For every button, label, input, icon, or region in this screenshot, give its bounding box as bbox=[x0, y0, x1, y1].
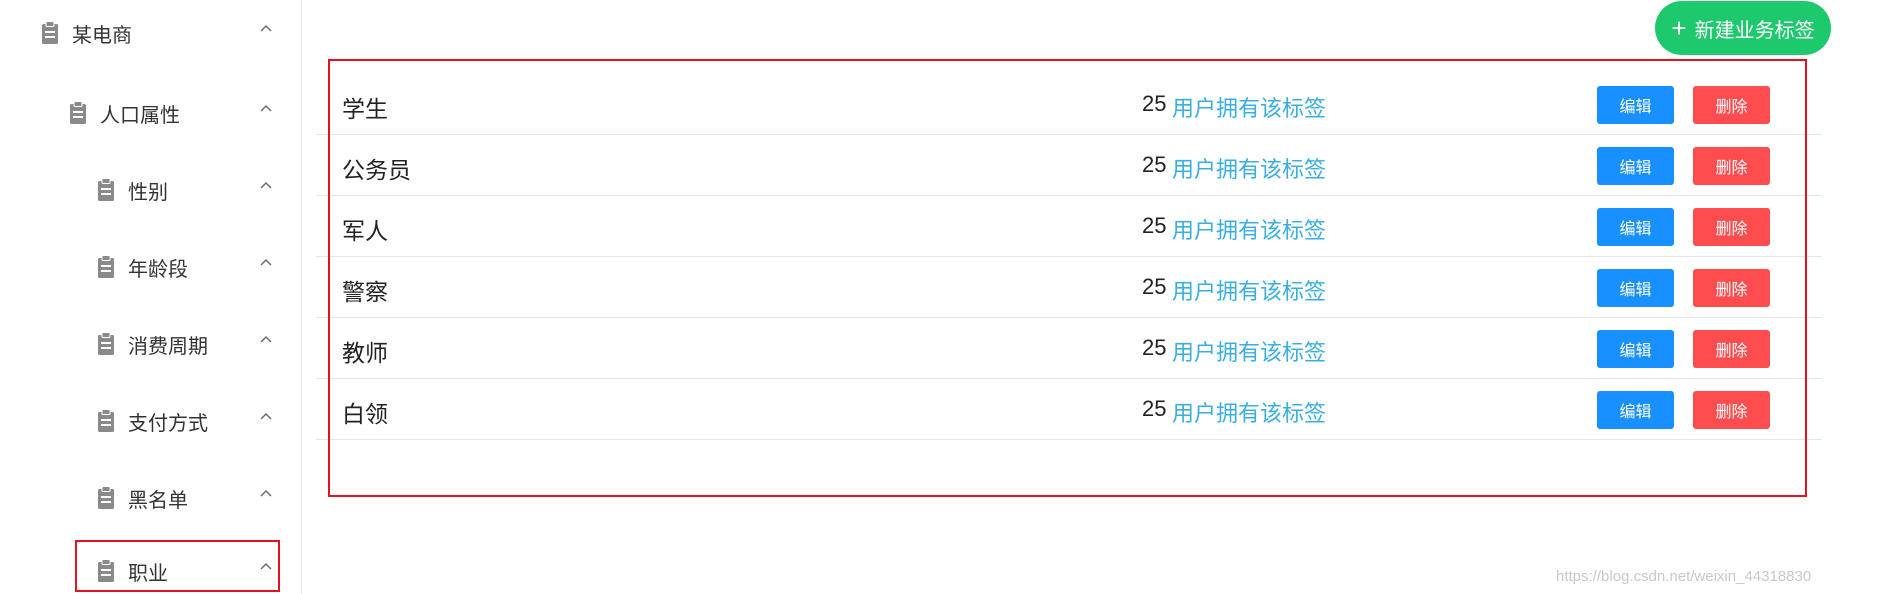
watermark: https://blog.csdn.net/weixin_44318830 bbox=[1556, 568, 1812, 585]
edit-button[interactable]: 编辑 bbox=[1597, 391, 1674, 429]
create-button-label: 新建业务标签 bbox=[1694, 19, 1815, 42]
tree-node-payment-method[interactable]: 支付方式 bbox=[96, 401, 272, 441]
delete-button[interactable]: 删除 bbox=[1693, 269, 1770, 307]
document-icon bbox=[98, 409, 114, 432]
tag-count-suffix[interactable]: 用户拥有该标签 bbox=[1172, 274, 1326, 306]
tree-node-label: 人口属性 bbox=[100, 104, 180, 127]
tag-user-count: 25 bbox=[1142, 396, 1167, 421]
tag-count-suffix[interactable]: 用户拥有该标签 bbox=[1172, 335, 1326, 367]
tag-name: 教师 bbox=[342, 340, 388, 366]
category-tree: 某电商 人口属性 性别 年龄段 消费周期 支付方式 黑名单 职业 bbox=[0, 0, 302, 594]
plus-icon: + bbox=[1671, 13, 1687, 43]
document-icon bbox=[42, 21, 58, 44]
tag-row: 公务员 25 用户拥有该标签 编辑 删除 bbox=[316, 135, 1822, 196]
tree-node-consumption-cycle[interactable]: 消费周期 bbox=[96, 324, 272, 364]
delete-button[interactable]: 删除 bbox=[1693, 147, 1770, 185]
chevron-up-icon[interactable] bbox=[258, 101, 274, 117]
edit-button[interactable]: 编辑 bbox=[1597, 147, 1674, 185]
chevron-up-icon[interactable] bbox=[258, 178, 274, 194]
document-icon bbox=[98, 486, 114, 509]
tag-count-suffix[interactable]: 用户拥有该标签 bbox=[1172, 213, 1326, 245]
chevron-up-icon[interactable] bbox=[258, 409, 274, 425]
delete-button[interactable]: 删除 bbox=[1693, 330, 1770, 368]
tree-node-label: 支付方式 bbox=[128, 412, 208, 435]
chevron-up-icon[interactable] bbox=[258, 21, 274, 37]
document-icon bbox=[98, 332, 114, 355]
tree-node-label: 某电商 bbox=[72, 24, 132, 47]
tree-node-ecommerce[interactable]: 某电商 bbox=[40, 13, 272, 53]
tree-node-label: 性别 bbox=[128, 181, 168, 204]
tree-node-occupation[interactable]: 职业 bbox=[96, 551, 272, 591]
delete-button[interactable]: 删除 bbox=[1693, 86, 1770, 124]
tag-name: 白领 bbox=[342, 401, 388, 427]
tag-user-count: 25 bbox=[1142, 213, 1167, 238]
tree-node-age-group[interactable]: 年龄段 bbox=[96, 247, 272, 287]
chevron-up-icon[interactable] bbox=[258, 486, 274, 502]
document-icon bbox=[98, 255, 114, 278]
create-business-tag-button[interactable]: + 新建业务标签 bbox=[1655, 1, 1831, 55]
tag-row: 军人 25 用户拥有该标签 编辑 删除 bbox=[316, 196, 1822, 257]
chevron-up-icon[interactable] bbox=[258, 332, 274, 348]
tree-node-label: 职业 bbox=[128, 562, 168, 585]
tree-node-demographics[interactable]: 人口属性 bbox=[68, 93, 272, 133]
tag-list: 学生 25 用户拥有该标签 编辑 删除 公务员 25 用户拥有该标签 编辑 删除… bbox=[316, 74, 1822, 440]
document-icon bbox=[98, 559, 114, 582]
edit-button[interactable]: 编辑 bbox=[1597, 269, 1674, 307]
tag-user-count: 25 bbox=[1142, 335, 1167, 360]
tag-name: 军人 bbox=[342, 218, 388, 244]
tree-node-label: 黑名单 bbox=[128, 489, 188, 512]
chevron-up-icon[interactable] bbox=[258, 255, 274, 271]
tree-node-gender[interactable]: 性别 bbox=[96, 170, 272, 210]
tag-row: 教师 25 用户拥有该标签 编辑 删除 bbox=[316, 318, 1822, 379]
tag-user-count: 25 bbox=[1142, 274, 1167, 299]
delete-button[interactable]: 删除 bbox=[1693, 391, 1770, 429]
edit-button[interactable]: 编辑 bbox=[1597, 86, 1674, 124]
edit-button[interactable]: 编辑 bbox=[1597, 330, 1674, 368]
tree-node-blacklist[interactable]: 黑名单 bbox=[96, 478, 272, 518]
tag-row: 学生 25 用户拥有该标签 编辑 删除 bbox=[316, 74, 1822, 135]
tag-count-suffix[interactable]: 用户拥有该标签 bbox=[1172, 152, 1326, 184]
tag-user-count: 25 bbox=[1142, 91, 1167, 116]
tag-name: 学生 bbox=[342, 96, 388, 122]
tag-count-suffix[interactable]: 用户拥有该标签 bbox=[1172, 396, 1326, 428]
document-icon bbox=[98, 178, 114, 201]
tag-row: 警察 25 用户拥有该标签 编辑 删除 bbox=[316, 257, 1822, 318]
document-icon bbox=[70, 101, 86, 124]
edit-button[interactable]: 编辑 bbox=[1597, 208, 1674, 246]
tag-name: 警察 bbox=[342, 279, 388, 305]
tree-node-label: 年龄段 bbox=[128, 258, 188, 281]
tree-node-label: 消费周期 bbox=[128, 335, 208, 358]
tag-row: 白领 25 用户拥有该标签 编辑 删除 bbox=[316, 379, 1822, 440]
delete-button[interactable]: 删除 bbox=[1693, 208, 1770, 246]
tag-user-count: 25 bbox=[1142, 152, 1167, 177]
tag-count-suffix[interactable]: 用户拥有该标签 bbox=[1172, 91, 1326, 123]
chevron-up-icon[interactable] bbox=[258, 559, 274, 575]
tag-name: 公务员 bbox=[342, 157, 411, 183]
